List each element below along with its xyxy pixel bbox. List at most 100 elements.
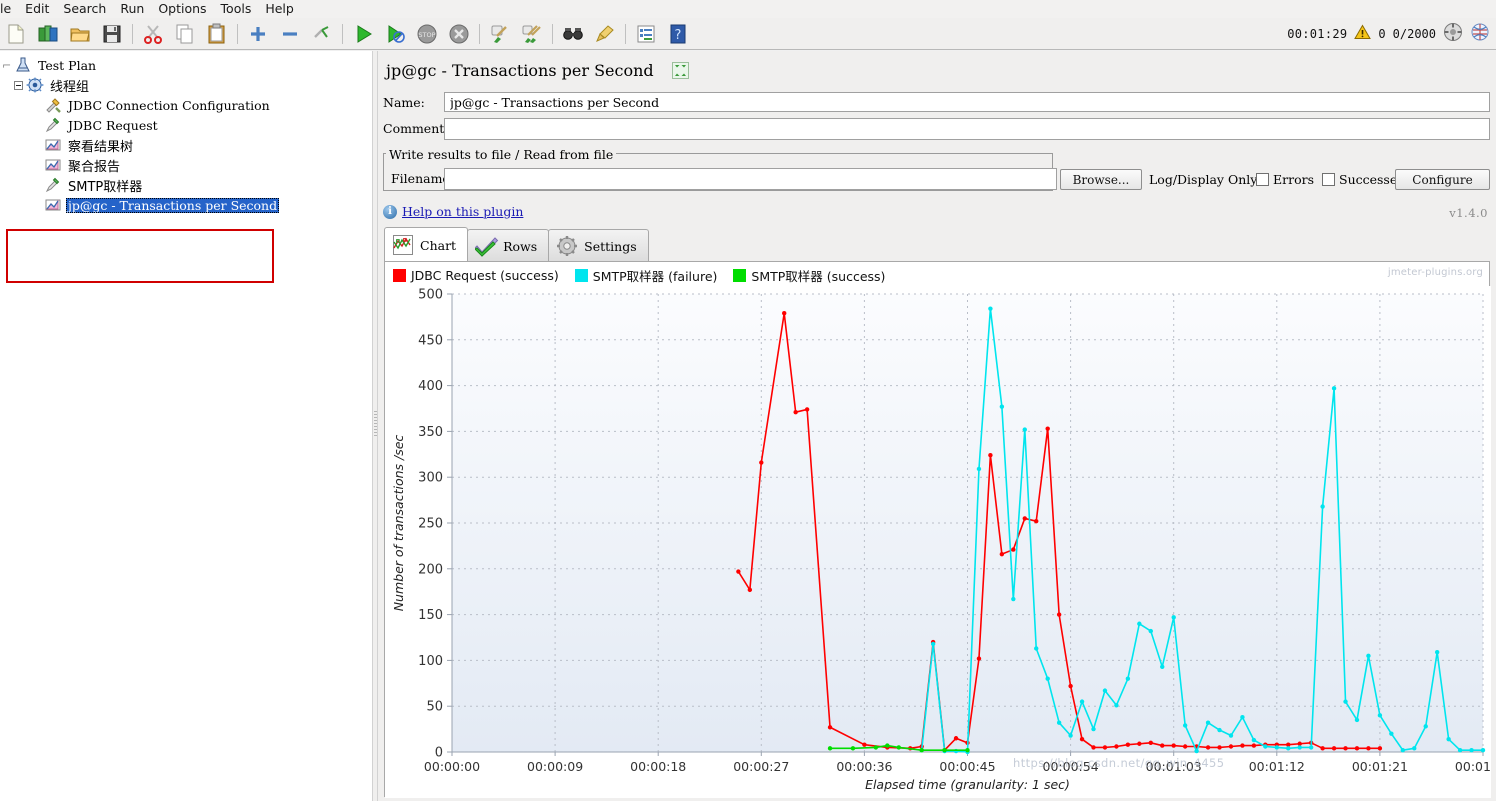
help-row[interactable]: i Help on this plugin [383,204,523,219]
svg-text:STOP: STOP [418,31,435,39]
svg-text:00:00:36: 00:00:36 [836,759,892,774]
comments-input[interactable] [444,118,1490,140]
tree-label-selected: jp@gc - Transactions per Second [66,197,280,213]
menu-file[interactable]: le [0,0,18,18]
test-plan-tree-panel[interactable]: ⌐ Test Plan 线程组 JDBC Connection Configur… [0,51,372,801]
toolbar-separator [237,23,238,44]
expand-icon[interactable] [1443,22,1463,45]
svg-text:450: 450 [418,333,443,348]
tree-item-smtp-sampler[interactable]: SMTP取样器 [0,175,372,195]
tree-item-test-plan[interactable]: ⌐ Test Plan [0,55,372,75]
function-helper-icon[interactable] [631,20,661,48]
tree-item-jdbc-connection-configuration[interactable]: JDBC Connection Configuration [0,95,372,115]
tree-label: 线程组 [50,79,90,95]
toggle-icon[interactable] [307,20,337,48]
menu-search[interactable]: Search [56,0,113,18]
start-no-pauses-icon[interactable] [380,20,410,48]
browse-button[interactable]: Browse... [1060,169,1142,190]
menu-run[interactable]: Run [113,0,151,18]
help-on-this-plugin-link[interactable]: Help on this plugin [402,204,523,219]
log-display-only-label: Log/Display Only: [1149,172,1262,187]
tree-label: JDBC Connection Configuration [68,97,270,113]
svg-text:00:00:54: 00:00:54 [1043,759,1099,774]
legend-item-smtp-failure[interactable]: SMTP取样器 (failure) [574,266,718,285]
enabled-badge-icon [671,62,689,79]
open-icon[interactable] [65,20,95,48]
tree-label: JDBC Request [68,117,158,133]
help-icon[interactable]: ? [663,20,693,48]
tree-label: 察看结果树 [68,139,134,155]
templates-icon[interactable] [33,20,63,48]
legend-label: SMTP取样器 (success) [751,269,886,284]
svg-text:00:00:45: 00:00:45 [939,759,995,774]
tree-collapse-handle[interactable] [14,80,23,90]
legend-item-jdbc-success[interactable]: JDBC Request (success) [393,268,559,283]
svg-text:200: 200 [418,562,443,577]
errors-checkbox[interactable] [1256,173,1269,186]
expand-all-icon[interactable] [243,20,273,48]
menu-options[interactable]: Options [151,0,213,18]
cut-icon[interactable] [138,20,168,48]
collapse-all-icon[interactable] [275,20,305,48]
test-plan-tree[interactable]: ⌐ Test Plan 线程组 JDBC Connection Configur… [0,51,372,283]
tab-chart[interactable]: Chart [384,227,469,262]
tab-rows[interactable]: Rows [467,229,550,262]
tree-item-view-results-tree[interactable]: 察看结果树 [0,135,372,155]
chart-container: JDBC Request (success) SMTP取样器 (failure)… [384,261,1491,798]
filename-input[interactable] [444,168,1057,190]
svg-text:00:01:12: 00:01:12 [1249,759,1305,774]
toolbar: STOP ? 00:01:29 0 0/2000 [0,18,1496,50]
legend-item-smtp-success[interactable]: SMTP取样器 (success) [733,266,885,285]
successes-label: Successes [1339,172,1404,187]
listener-icon [44,197,62,213]
menu-help[interactable]: Help [258,0,301,18]
remote-icon[interactable] [1470,22,1490,45]
tree-item-thread-group[interactable]: 线程组 [0,75,372,95]
svg-text:250: 250 [418,517,443,532]
svg-text:00:00:00: 00:00:00 [424,759,480,774]
errors-checkbox-wrapper[interactable]: Errors [1256,172,1314,187]
chart-icon [392,234,414,256]
tree-label: SMTP取样器 [68,179,143,195]
new-icon[interactable] [1,20,31,48]
menu-bar: le Edit Search Run Options Tools Help [0,0,1496,18]
configure-button[interactable]: Configure [1395,169,1490,190]
tree-handle-root[interactable]: ⌐ [2,59,14,72]
start-icon[interactable] [348,20,378,48]
legend-label: JDBC Request (success) [411,268,559,283]
successes-checkbox-wrapper[interactable]: Successes [1322,172,1404,187]
tab-chart-label: Chart [420,237,457,253]
tree-label: Test Plan [38,57,97,73]
tree-item-jdbc-request[interactable]: JDBC Request [0,115,372,135]
menu-tools[interactable]: Tools [214,0,259,18]
listener-icon [44,157,62,173]
chart-plot-area[interactable]: 0 50 100 150 200 250 300 350 400 450 500 Number of … [385,286,1491,798]
paste-icon[interactable] [202,20,232,48]
shutdown-icon[interactable] [444,20,474,48]
save-icon[interactable] [97,20,127,48]
clear-icon[interactable] [485,20,515,48]
page-title: jp@gc - Transactions per Second [386,61,689,80]
svg-text:00:01:03: 00:01:03 [1146,759,1202,774]
clear-all-icon[interactable] [517,20,547,48]
tree-item-transactions-per-second[interactable]: jp@gc - Transactions per Second [0,195,372,215]
svg-text:00:00:09: 00:00:09 [527,759,583,774]
tree-item-aggregate-report[interactable]: 聚合报告 [0,155,372,175]
jmeter-plugins-watermark: jmeter-plugins.org [1387,267,1483,278]
successes-checkbox[interactable] [1322,173,1335,186]
svg-text:500: 500 [418,288,443,303]
warning-triangle-icon[interactable] [1354,23,1372,44]
svg-text:350: 350 [418,425,443,440]
legend-label: SMTP取样器 (failure) [592,269,718,284]
svg-text:00:01:21: 00:01:21 [1352,759,1408,774]
chart-legend: JDBC Request (success) SMTP取样器 (failure)… [393,266,885,285]
menu-edit[interactable]: Edit [18,0,56,18]
name-input[interactable] [444,92,1490,112]
tab-settings[interactable]: Settings [548,229,649,262]
search-icon[interactable] [558,20,588,48]
chart-svg[interactable]: 050100150200250300350400450500Number of … [385,286,1491,798]
reset-search-icon[interactable] [590,20,620,48]
toolbar-separator [132,23,133,44]
copy-icon[interactable] [170,20,200,48]
stop-icon[interactable]: STOP [412,20,442,48]
